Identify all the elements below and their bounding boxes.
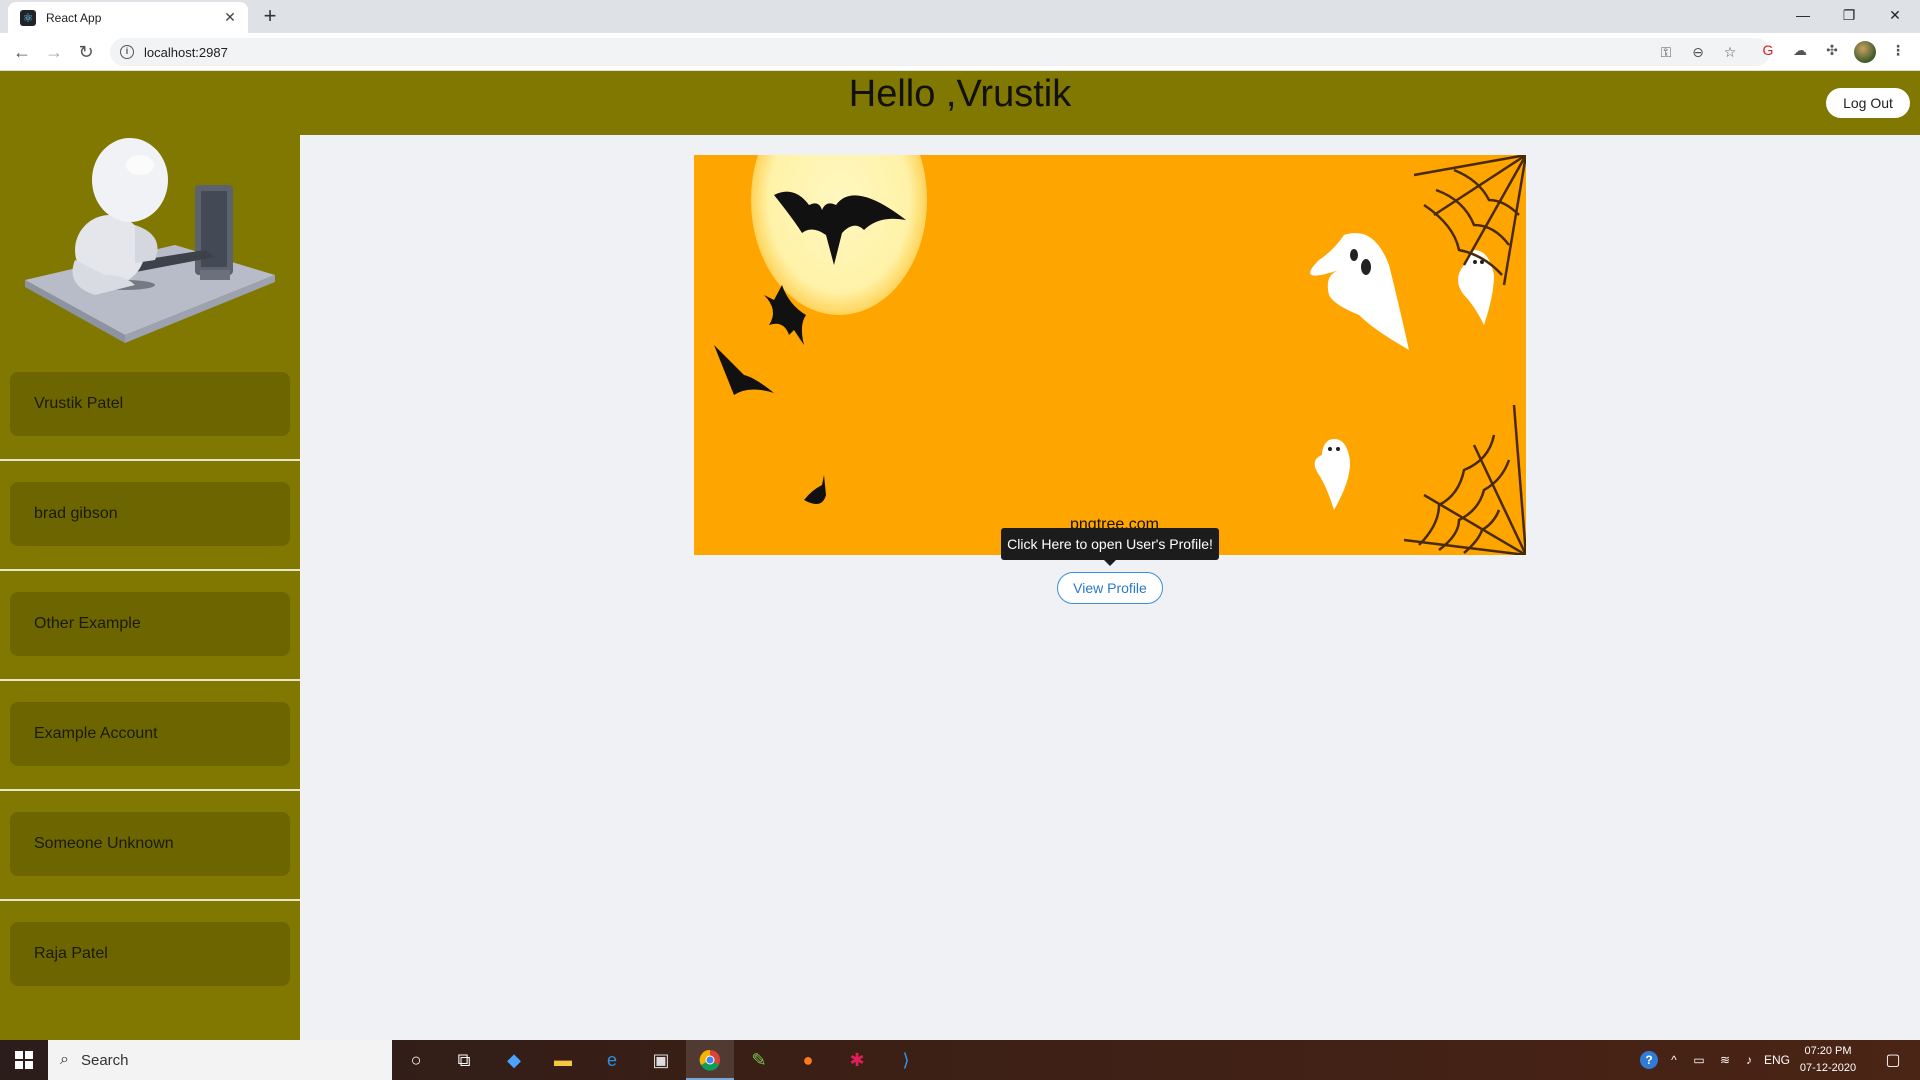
menu-dots-icon[interactable]: ⋮	[1888, 40, 1908, 60]
sidebar-item-other-example[interactable]: Other Example	[10, 592, 290, 656]
tab-close-icon[interactable]: ✕	[222, 9, 238, 26]
sidebar-item-example-account[interactable]: Example Account	[10, 702, 290, 766]
divider	[0, 569, 300, 571]
sidebar-item-brad-gibson[interactable]: brad gibson	[10, 482, 290, 546]
sidebar-item-raja-patel[interactable]: Raja Patel	[10, 922, 290, 986]
view-profile-tooltip: Click Here to open User's Profile!	[1001, 528, 1219, 566]
edge-icon[interactable]: e	[598, 1046, 626, 1074]
cloud-extension-icon[interactable]: ☁	[1790, 40, 1810, 60]
taskbar-search-box[interactable]: ⌕ Search	[48, 1040, 392, 1080]
profile-avatar[interactable]	[1854, 41, 1876, 63]
react-favicon-icon: ⚛	[20, 9, 36, 26]
spider-web-icon	[1403, 404, 1526, 555]
windows-logo-icon	[15, 1051, 33, 1069]
battery-icon[interactable]: ▭	[1688, 1040, 1710, 1080]
key-icon[interactable]: ⚿	[1656, 43, 1676, 61]
notepad-icon[interactable]: ✎	[745, 1046, 773, 1074]
search-icon: ⌕	[60, 1051, 69, 1068]
chevron-up-icon[interactable]: ^	[1664, 1040, 1684, 1080]
halloween-illustration: pngtree.com	[714, 155, 1526, 555]
app-header: Hello ,Vrustik Log Out	[0, 71, 1920, 135]
cortana-icon[interactable]: ○	[402, 1046, 430, 1074]
start-button[interactable]	[0, 1040, 48, 1080]
browser-toolbar: ← → ↻ i localhost:2987 ⚿ ⊖ ☆ G ☁ ✣ ⋮	[0, 33, 1920, 71]
tab-title: React App	[46, 10, 102, 25]
divider	[0, 899, 300, 901]
bat-icon	[804, 475, 826, 504]
chrome-icon[interactable]	[696, 1046, 724, 1074]
help-icon[interactable]: ?	[1636, 1040, 1662, 1080]
notifications-icon[interactable]: ▢	[1876, 1040, 1910, 1080]
browser-tabstrip: ⚛ React App ✕ + — ❐ ✕	[0, 0, 1920, 33]
wifi-icon[interactable]: ≋	[1714, 1040, 1736, 1080]
zoom-icon[interactable]: ⊖	[1688, 43, 1708, 61]
extension-icon[interactable]: G	[1758, 40, 1778, 60]
file-explorer-icon[interactable]: ▬	[549, 1046, 577, 1074]
new-tab-button[interactable]: +	[258, 4, 282, 28]
clock-time: 07:20 PM	[1804, 1045, 1852, 1057]
bat-icon	[714, 345, 774, 395]
minimize-button[interactable]: —	[1780, 3, 1826, 27]
taskbar-search-label: Search	[80, 1051, 129, 1069]
ghost-icon	[1314, 439, 1350, 510]
divider	[0, 459, 300, 461]
back-arrow-icon[interactable]: ←	[10, 40, 34, 64]
store-icon[interactable]: ▣	[647, 1046, 675, 1074]
address-bar[interactable]: i localhost:2987 ⚿ ⊖ ☆	[110, 38, 1770, 66]
logout-button[interactable]: Log Out	[1826, 88, 1910, 118]
bookmark-star-icon[interactable]: ☆	[1720, 43, 1740, 61]
user-at-computer-illustration	[25, 138, 275, 343]
slack-icon[interactable]: ✱	[843, 1046, 871, 1074]
sidebar: Vrustik Patel brad gibson Other Example …	[0, 135, 300, 1040]
clock-date: 07-12-2020	[1799, 1062, 1857, 1074]
url-text: localhost:2987	[144, 44, 228, 60]
firefox-icon[interactable]: ●	[794, 1046, 822, 1074]
volume-icon[interactable]: ♪	[1738, 1040, 1760, 1080]
info-icon[interactable]: i	[120, 45, 134, 59]
halloween-banner-image: pngtree.com	[694, 155, 1526, 555]
puzzle-extensions-icon[interactable]: ✣	[1822, 40, 1842, 60]
language-indicator[interactable]: ENG	[1762, 1040, 1792, 1080]
browser-tab[interactable]: ⚛ React App ✕	[8, 2, 248, 33]
greeting-title: Hello ,Vrustik	[848, 73, 1072, 115]
task-view-icon[interactable]: ⧉	[450, 1046, 478, 1074]
divider	[0, 679, 300, 681]
taskbar-clock[interactable]: 07:20 PM 07-12-2020	[1792, 1043, 1864, 1077]
app-icon[interactable]: ◆	[500, 1046, 528, 1074]
close-window-button[interactable]: ✕	[1872, 3, 1918, 27]
maximize-button[interactable]: ❐	[1826, 3, 1872, 27]
forward-arrow-icon[interactable]: →	[42, 40, 66, 64]
reload-icon[interactable]: ↻	[74, 40, 98, 64]
view-profile-button[interactable]: View Profile	[1057, 572, 1163, 604]
sidebar-item-vrustik-patel[interactable]: Vrustik Patel	[10, 372, 290, 436]
windows-taskbar: ⌕ Search ○ ⧉ ◆ ▬ e ▣ ✎ ● ✱ ⟩ ? ^ ▭ ≋ ♪ E…	[0, 1040, 1920, 1080]
divider	[0, 789, 300, 791]
vscode-icon[interactable]: ⟩	[892, 1046, 920, 1074]
sidebar-item-someone-unknown[interactable]: Someone Unknown	[10, 812, 290, 876]
ghost-icon	[1310, 233, 1409, 350]
